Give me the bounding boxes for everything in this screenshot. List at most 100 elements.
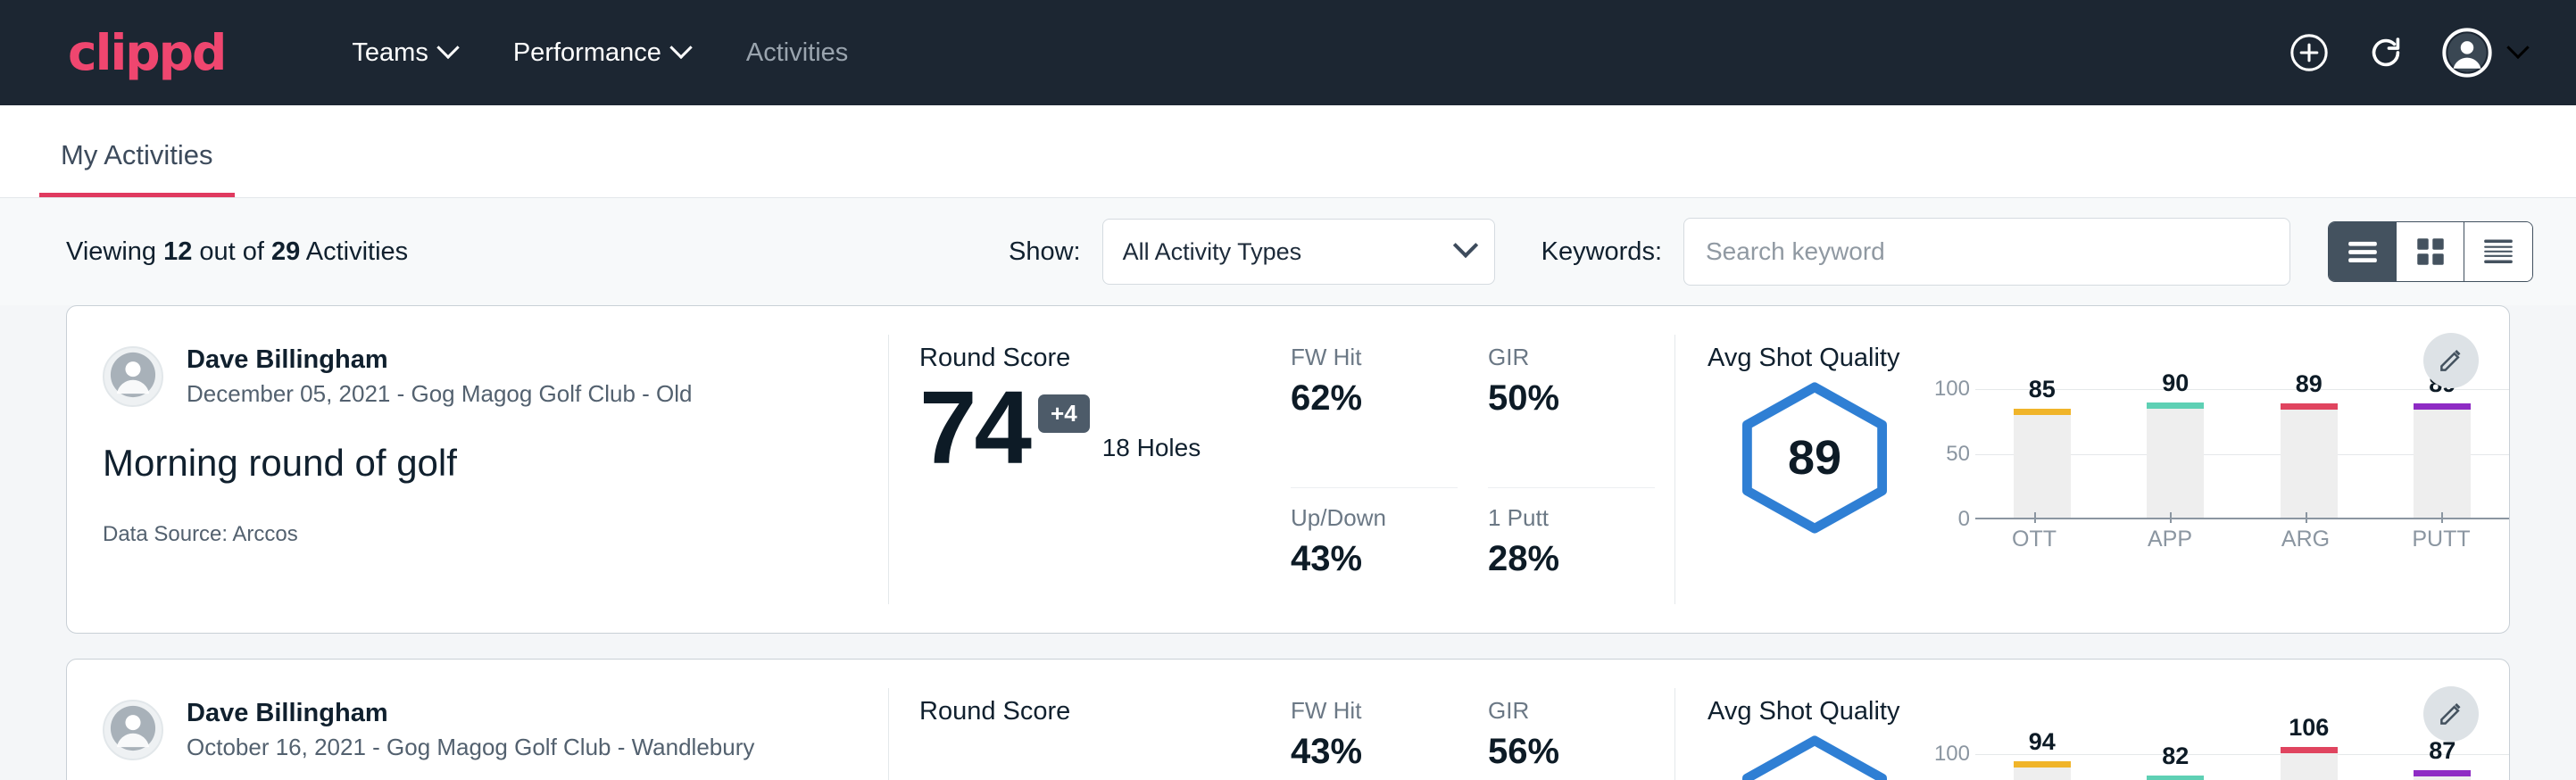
pencil-icon — [2438, 701, 2464, 727]
stat-cell: 1 Putt 28% — [1488, 488, 1655, 634]
shot-quality-body: 050100 94 82 1 — [1708, 735, 2509, 780]
nav-item-label: Activities — [746, 38, 848, 68]
bar-slot: 89 — [2242, 389, 2376, 519]
bar-slot: 90 — [2109, 389, 2243, 519]
data-source: Data Source: Arccos — [103, 522, 888, 547]
refresh-button[interactable] — [2365, 32, 2406, 73]
nav-item-teams[interactable]: Teams — [323, 38, 484, 68]
stat-value: 43% — [1291, 539, 1458, 579]
x-axis-label: OTT — [1966, 527, 2102, 552]
list-view-icon — [2346, 238, 2380, 265]
round-score-section: Round Score 74 +4 18 Holes — [889, 306, 1291, 633]
bar-cap-icon — [2014, 409, 2071, 415]
bar-putt[interactable]: 87 — [2414, 770, 2471, 780]
activity-meta: December 05, 2021 - Gog Magog Golf Club … — [187, 379, 693, 410]
bar-arg[interactable]: 89 — [2281, 403, 2338, 519]
nav-item-activities[interactable]: Activities — [718, 38, 877, 68]
bar-value-label: 94 — [2029, 728, 2056, 756]
activity-summary: Dave Billingham October 16, 2021 - Gog M… — [67, 660, 888, 780]
hexagon-badge: 89 — [1734, 382, 1895, 534]
bars: 85 90 89 89 — [1975, 389, 2509, 519]
view-toggle-group — [2328, 221, 2533, 282]
grid-view-icon — [2414, 236, 2447, 268]
stat-value: 56% — [1488, 732, 1655, 772]
activity-card[interactable]: Dave Billingham December 05, 2021 - Gog … — [66, 305, 2510, 634]
bar-cap-icon — [2147, 776, 2204, 780]
keywords-label: Keywords: — [1541, 237, 1662, 267]
bar-app[interactable]: 82 — [2147, 776, 2204, 780]
grid-view-button[interactable] — [2397, 222, 2464, 281]
avg-shot-quality-label: Avg Shot Quality — [1708, 697, 2509, 726]
activity-card[interactable]: Dave Billingham October 16, 2021 - Gog M… — [66, 659, 2510, 780]
activity-type-select[interactable]: All Activity Types — [1102, 219, 1495, 285]
search-input[interactable] — [1683, 218, 2290, 286]
bar-value-label: 82 — [2162, 743, 2189, 770]
bar-slot: 82 — [2109, 743, 2243, 780]
hexagon-icon — [1734, 735, 1895, 780]
account-menu-button[interactable] — [2442, 28, 2526, 78]
stat-label: FW Hit — [1291, 697, 1458, 725]
activity-title: Morning round of golf — [103, 442, 888, 485]
stat-value: 28% — [1488, 539, 1655, 579]
bars: 94 82 106 87 — [1975, 743, 2509, 780]
bar-chart: 050100 94 82 1 — [1931, 743, 2509, 780]
x-axis-label: ARG — [2238, 527, 2373, 552]
bar-ott[interactable]: 85 — [2014, 409, 2071, 519]
bar-ott[interactable]: 94 — [2014, 761, 2071, 780]
list-view-button[interactable] — [2329, 222, 2397, 281]
person-icon — [104, 700, 162, 759]
x-axis-tick — [2170, 512, 2172, 523]
y-axis-tick: 100 — [1934, 742, 1970, 767]
refresh-icon — [2365, 32, 2406, 73]
shot-quality-score — [1708, 735, 1922, 780]
bar-putt[interactable]: 89 — [2414, 403, 2471, 519]
bar-slot: 85 — [1975, 389, 2109, 519]
round-score-value: 74 — [919, 378, 1029, 477]
user-name: Dave Billingham — [187, 344, 693, 376]
avatar — [103, 700, 163, 760]
stat-label: GIR — [1488, 697, 1655, 725]
tab-my-activities[interactable]: My Activities — [39, 139, 235, 197]
chevron-down-icon — [436, 37, 459, 59]
stat-value: 43% — [1291, 732, 1458, 772]
stat-label: GIR — [1488, 344, 1655, 371]
x-axis-tick — [2441, 512, 2443, 523]
tab-label: My Activities — [61, 139, 213, 170]
user-row: Dave Billingham October 16, 2021 - Gog M… — [103, 697, 888, 763]
activity-summary: Dave Billingham December 05, 2021 - Gog … — [67, 306, 888, 633]
detail-view-button[interactable] — [2464, 222, 2532, 281]
bar-value-label: 106 — [2289, 714, 2329, 742]
account-avatar-icon — [2442, 28, 2492, 78]
add-button[interactable] — [2289, 32, 2330, 73]
chevron-down-icon — [669, 37, 692, 59]
round-score-section: Round Score — [889, 660, 1291, 780]
bar-cap-icon — [2281, 747, 2338, 753]
stat-cell: GIR 56% — [1488, 697, 1655, 780]
person-icon — [104, 346, 162, 405]
plot-area: 85 90 89 89 — [1975, 389, 2509, 519]
edit-activity-button[interactable] — [2423, 686, 2479, 742]
shot-quality-section: Avg Shot Quality 89 050100 — [1675, 306, 2509, 633]
score-to-par-badge: +4 — [1038, 394, 1090, 433]
x-axis-label: APP — [2102, 527, 2238, 552]
show-label: Show: — [1009, 237, 1081, 267]
nav-item-performance[interactable]: Performance — [485, 38, 718, 68]
bar-arg[interactable]: 106 — [2281, 747, 2338, 780]
bar-app[interactable]: 90 — [2147, 402, 2204, 519]
header-actions — [2289, 28, 2526, 78]
nav-item-label: Teams — [352, 38, 428, 68]
bar-cap-icon — [2281, 403, 2338, 410]
avatar — [103, 346, 163, 407]
activity-card-list: Dave Billingham December 05, 2021 - Gog … — [0, 305, 2576, 780]
user-row: Dave Billingham December 05, 2021 - Gog … — [103, 344, 888, 410]
shot-quality-chart: 050100 85 90 8 — [1922, 382, 2509, 552]
stat-label: 1 Putt — [1488, 504, 1655, 532]
edit-activity-button[interactable] — [2423, 333, 2479, 388]
shot-quality-score: 89 — [1708, 382, 1922, 534]
clippd-logo[interactable]: clippd — [68, 29, 225, 78]
chevron-down-icon — [2506, 37, 2529, 59]
shot-quality-section: Avg Shot Quality 050100 — [1675, 660, 2509, 780]
chevron-down-icon — [1452, 233, 1477, 258]
viewing-suffix: Activities — [300, 237, 408, 266]
y-axis-tick: 100 — [1934, 377, 1970, 402]
